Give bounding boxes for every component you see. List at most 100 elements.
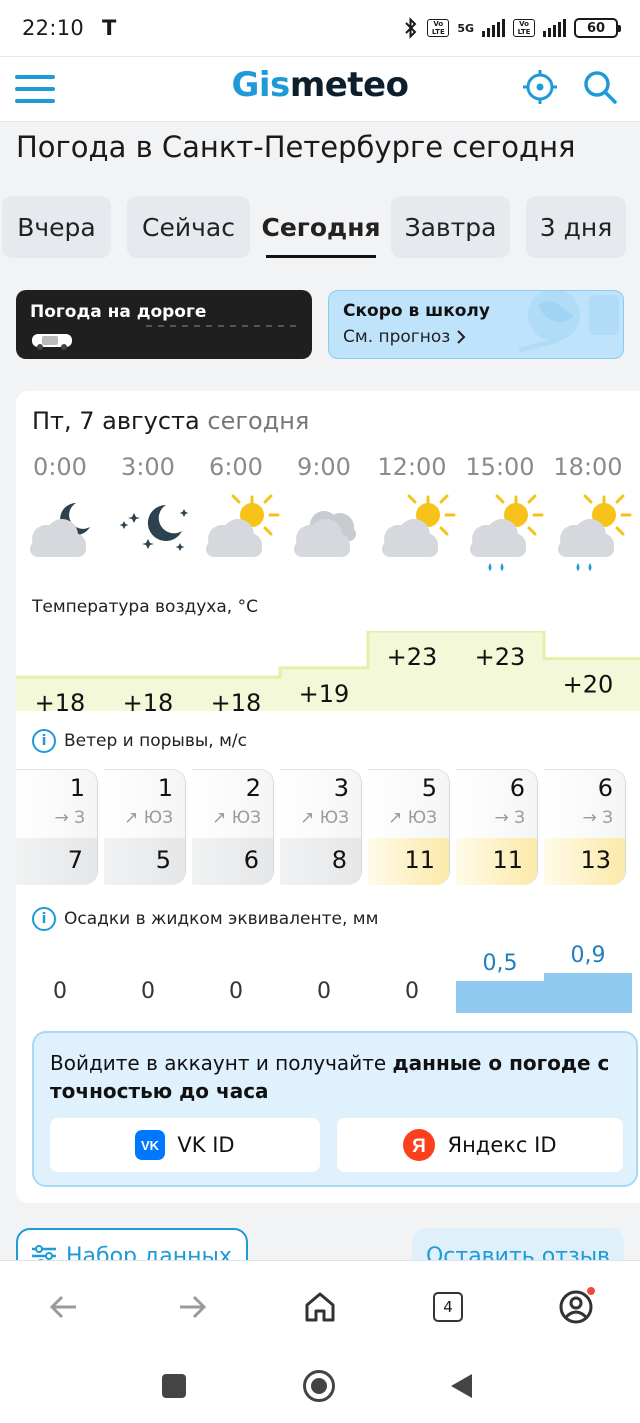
yandex-icon: Я — [403, 1129, 436, 1161]
wind-gust: 6 — [243, 846, 259, 874]
wind-gust: 8 — [331, 846, 347, 874]
time-label: 3:00 — [121, 453, 175, 481]
night-stars-moon-icon — [119, 504, 189, 551]
sun-cloud-icon — [206, 494, 280, 557]
wind-cell: 1 → З 7 — [16, 769, 98, 885]
time-label: 0:00 — [33, 453, 87, 481]
status-icons: Vo LTE 5G Vo LTE 60 — [403, 17, 621, 39]
location-target-icon[interactable] — [520, 67, 560, 107]
tab-3-days[interactable]: 3 дня — [526, 196, 626, 258]
wind-gust: 11 — [492, 846, 523, 874]
temperature-value: +23 — [475, 643, 526, 671]
yandex-id-label: Яндекс ID — [447, 1133, 557, 1157]
sun-cloud-rain-icon — [470, 494, 544, 571]
time-label: 9:00 — [297, 453, 351, 481]
road-dashes — [146, 325, 296, 327]
day-tabs: Вчера Сейчас Сегодня Завтра 3 дня — [0, 196, 640, 258]
svg-text:VK: VK — [141, 1138, 160, 1153]
precip-label-row: i Осадки в жидком эквиваленте, мм — [32, 907, 378, 931]
wind-direction: → З — [582, 808, 613, 828]
info-icon[interactable]: i — [32, 729, 56, 753]
back-nav-button[interactable] — [448, 1372, 474, 1400]
school-forecast-link[interactable]: См. прогноз — [343, 327, 609, 347]
tab-yesterday[interactable]: Вчера — [2, 196, 111, 258]
login-promo-box: Войдите в аккаунт и получайте данные о п… — [32, 1031, 638, 1187]
temperature-value: +23 — [387, 643, 438, 671]
school-link-label: См. прогноз — [343, 327, 451, 347]
wind-cell: 6 → З 13 — [544, 769, 626, 885]
profile-icon[interactable] — [554, 1285, 598, 1329]
logo-meteo: meteo — [289, 65, 409, 105]
sun-cloud-icon — [382, 494, 456, 557]
wind-gust: 11 — [404, 846, 435, 874]
status-time: 22:10 — [22, 16, 85, 40]
temperature-value: +19 — [299, 680, 350, 708]
wind-gust: 5 — [155, 846, 171, 874]
home-icon[interactable] — [298, 1285, 342, 1329]
battery-icon: 60 — [574, 18, 621, 38]
precipitation-value: 0 — [317, 979, 331, 1004]
page-title: Погода в Санкт-Петербурге сегодня — [16, 130, 576, 164]
temperature-value: +20 — [563, 671, 614, 699]
tab-tomorrow[interactable]: Завтра — [391, 196, 510, 258]
tabs-count: 4 — [433, 1292, 463, 1322]
time-label: 12:00 — [377, 453, 447, 481]
car-icon — [32, 334, 72, 350]
road-weather-banner[interactable]: Погода на дороге — [16, 290, 312, 359]
cloudy-icon — [294, 511, 356, 557]
precipitation-value: 0,9 — [570, 943, 606, 968]
volte-badge-2: Vo LTE — [513, 19, 535, 37]
time-row: 0:00 3:00 6:00 9:00 12:00 15:00 18:00 — [16, 453, 640, 485]
wind-cell: 6 → З 11 — [456, 769, 538, 885]
wind-label-row: i Ветер и порывы, м/с — [32, 729, 247, 753]
precipitation-value: 0 — [405, 979, 419, 1004]
wind-speed: 3 — [333, 774, 349, 802]
school-banner-title: Скоро в школу — [343, 301, 490, 321]
precipitation-value: 0 — [229, 979, 243, 1004]
temperature-label: Температура воздуха, °C — [32, 597, 258, 617]
wind-direction: ↗ ЮЗ — [124, 808, 173, 828]
time-label: 15:00 — [465, 453, 535, 481]
network-type: 5G — [457, 21, 474, 35]
carrier-label: T — [102, 16, 117, 40]
wind-cell: 2 ↗ ЮЗ 6 — [192, 769, 274, 885]
home-nav-button[interactable] — [303, 1370, 335, 1402]
wind-direction: ↗ ЮЗ — [212, 808, 261, 828]
temperature-value: +18 — [123, 689, 174, 711]
wind-speed: 6 — [597, 774, 613, 802]
temperature-chart: +18 +18 +18 +19 +23 +23 +20 — [16, 631, 640, 711]
tab-now[interactable]: Сейчас — [127, 196, 250, 258]
time-label: 18:00 — [553, 453, 623, 481]
volte-badge: Vo LTE — [427, 19, 450, 37]
tabs-counter-button[interactable]: 4 — [426, 1285, 470, 1329]
school-banner[interactable]: Скоро в школу См. прогноз — [328, 290, 624, 359]
system-nav-bar — [0, 1350, 640, 1423]
battery-level: 60 — [586, 20, 606, 36]
vk-id-button[interactable]: VK VK ID — [50, 1118, 320, 1172]
wind-speed: 1 — [69, 774, 85, 802]
yandex-id-button[interactable]: Я Яндекс ID — [337, 1118, 623, 1172]
recents-button[interactable] — [162, 1374, 186, 1398]
wind-label: Ветер и порывы, м/с — [64, 731, 248, 751]
tab-today[interactable]: Сегодня — [261, 196, 381, 258]
wind-direction: → З — [494, 808, 525, 828]
forward-arrow-icon[interactable] — [170, 1285, 214, 1329]
precipitation-value: 0 — [53, 979, 67, 1004]
wind-cell: 3 ↗ ЮЗ 8 — [280, 769, 362, 885]
wind-row: 1 → З 7 1 ↗ ЮЗ 5 2 ↗ ЮЗ 6 3 ↗ ЮЗ 8 5 ↗ ЮЗ 11 6 → З 11 6 → З… — [16, 769, 640, 885]
wind-gust: 13 — [580, 846, 611, 874]
svg-text:Я: Я — [413, 1136, 427, 1157]
status-bar: 22:10 T Vo LTE 5G Vo LTE 60 — [0, 0, 640, 56]
login-promo-text: Войдите в аккаунт и получайте данные о п… — [50, 1049, 610, 1105]
cloud-moon-icon — [30, 503, 90, 557]
signal-icon — [482, 19, 505, 37]
precipitation-value: 0,5 — [482, 951, 518, 976]
wind-gust: 7 — [67, 846, 83, 874]
search-icon[interactable] — [580, 67, 620, 107]
back-arrow-icon[interactable] — [42, 1285, 86, 1329]
precipitation-value: 0 — [141, 979, 155, 1004]
wind-direction: ↗ ЮЗ — [388, 808, 437, 828]
chevron-right-icon — [457, 330, 466, 344]
wind-cell: 5 ↗ ЮЗ 11 — [368, 769, 450, 885]
info-icon[interactable]: i — [32, 907, 56, 931]
